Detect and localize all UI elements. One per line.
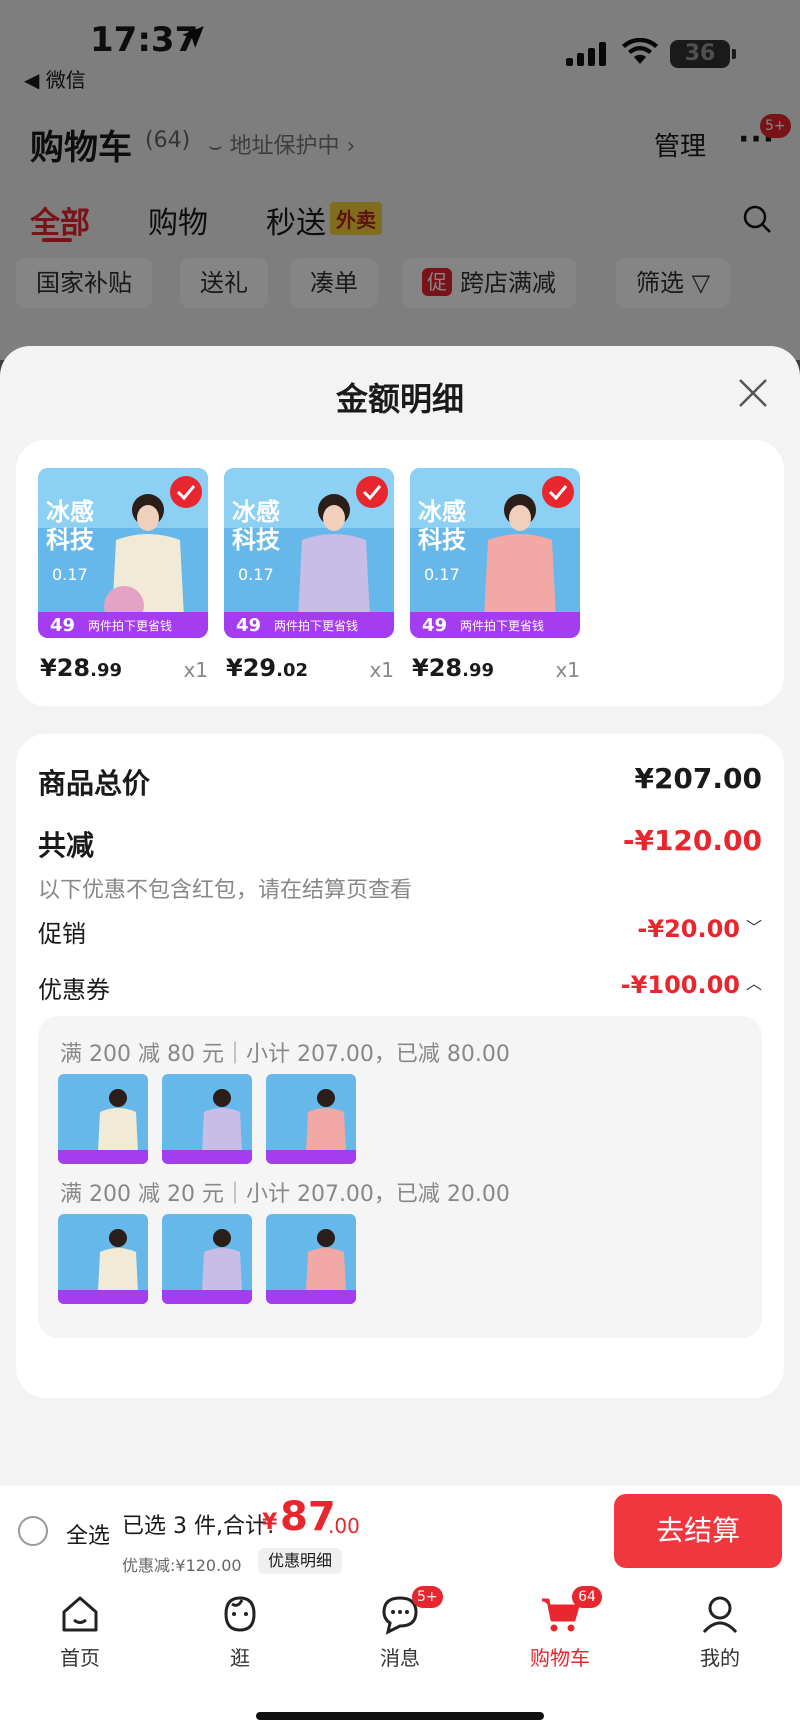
chevron-up-icon: ︿ — [745, 974, 762, 993]
nav-messages[interactable]: 消息 5+ — [340, 1586, 460, 1671]
total-currency: ¥ — [262, 1510, 278, 1535]
checkout-button[interactable]: 去结算 — [614, 1494, 782, 1568]
nav-profile[interactable]: 我的 — [660, 1592, 780, 1671]
messages-badge: 5+ — [412, 1586, 443, 1608]
close-icon[interactable] — [736, 376, 770, 410]
product-item[interactable]: 冰感 科技 0.17 49 两件拍下更省钱 ¥29.02 x1 — [224, 468, 394, 682]
product-price: ¥29.02 — [226, 654, 308, 682]
mini-product-image — [58, 1214, 148, 1304]
product-image: 冰感 科技 0.17 49 两件拍下更省钱 — [224, 468, 394, 638]
mini-product-image — [266, 1214, 356, 1304]
chevron-down-icon: ﹀ — [745, 918, 762, 937]
discount-detail-button[interactable]: 优惠明细 — [258, 1548, 343, 1574]
image-headline-1: 冰感 — [232, 498, 280, 526]
browse-icon — [224, 1596, 256, 1632]
product-qty: x1 — [369, 658, 394, 682]
image-headline-2: 科技 — [418, 526, 467, 554]
coupon-items-2 — [58, 1214, 378, 1306]
nav-profile-label: 我的 — [700, 1646, 740, 1670]
product-item[interactable]: 冰感 科技 0.17 49 两件拍下更省钱 ¥28.99 x1 — [38, 468, 208, 682]
price-main: ¥29 — [226, 654, 277, 682]
price-decimal: .99 — [90, 660, 122, 681]
mini-product-image — [162, 1214, 252, 1304]
product-price: ¥28.99 — [40, 654, 122, 682]
home-indicator — [256, 1712, 544, 1720]
cart-badge: 64 — [572, 1586, 602, 1608]
nav-messages-label: 消息 — [380, 1646, 420, 1670]
image-price: 49 — [422, 615, 447, 636]
product-qty: x1 — [555, 658, 580, 682]
image-number: 0.17 — [52, 565, 88, 584]
nav-cart[interactable]: 购物车 64 — [500, 1586, 620, 1671]
image-headline-1: 冰感 — [418, 498, 466, 526]
total-reduce-label: 共减 — [38, 829, 95, 862]
product-price: ¥28.99 — [412, 654, 494, 682]
sheet-title: 金额明细 — [335, 380, 464, 418]
coupon-line-2: 满 200 减 20 元｜小计 207.00，已减 20.00 — [60, 1182, 510, 1207]
selected-items-card: 冰感 科技 0.17 49 两件拍下更省钱 ¥28.99 x1 冰感 科技 0.… — [16, 440, 784, 706]
total-reduce-value: -¥120.00 — [622, 824, 762, 857]
nav-browse-label: 逛 — [230, 1646, 250, 1670]
nav-cart-label: 购物车 — [530, 1646, 590, 1670]
coupon-label: 优惠券 — [38, 976, 110, 1004]
nav-browse[interactable]: 逛 — [180, 1592, 300, 1671]
coupon-row-toggle[interactable]: -¥100.00 ︿ — [621, 970, 762, 999]
image-price: 49 — [50, 615, 75, 636]
product-qty: x1 — [183, 658, 208, 682]
selected-check-icon — [356, 476, 388, 508]
coupon-items-1 — [58, 1074, 378, 1166]
mini-product-image — [266, 1074, 356, 1164]
promotion-value: -¥20.00 — [637, 915, 740, 943]
discount-note: 以下优惠不包含红包，请在结算页查看 — [38, 878, 413, 903]
image-banner: 两件拍下更省钱 — [88, 618, 172, 633]
nav-home[interactable]: 首页 — [20, 1592, 140, 1671]
coupon-line-1: 满 200 减 80 元｜小计 207.00，已减 80.00 — [60, 1042, 510, 1067]
checkout-bar: 全选 已选 3 件,合计: ¥ 87 .00 优惠减:¥120.00 优惠明细 … — [0, 1486, 800, 1578]
total-decimal: .00 — [328, 1514, 360, 1538]
mini-product-image — [58, 1074, 148, 1164]
price-main: ¥28 — [40, 654, 91, 682]
coupon-value: -¥100.00 — [620, 971, 740, 999]
nav-home-label: 首页 — [60, 1646, 100, 1670]
mini-product-image — [162, 1074, 252, 1164]
selected-check-icon — [542, 476, 574, 508]
image-banner: 两件拍下更省钱 — [460, 618, 544, 633]
product-image: 冰感 科技 0.17 49 两件拍下更省钱 — [38, 468, 208, 638]
coupon-breakdown: 满 200 减 80 元｜小计 207.00，已减 80.00 满 200 减 … — [38, 1016, 762, 1338]
bottom-tab-bar: 首页 逛 消息 5+ 购物车 64 我的 — [0, 1578, 800, 1733]
promotion-label: 促销 — [38, 920, 86, 948]
image-headline-1: 冰感 — [46, 498, 94, 526]
price-decimal: .02 — [276, 660, 308, 681]
product-image: 冰感 科技 0.17 49 两件拍下更省钱 — [410, 468, 580, 638]
image-price: 49 — [236, 615, 261, 636]
price-main: ¥28 — [412, 654, 463, 682]
subtotal-value: ¥207.00 — [634, 762, 762, 795]
image-headline-2: 科技 — [232, 526, 281, 554]
product-item[interactable]: 冰感 科技 0.17 49 两件拍下更省钱 ¥28.99 x1 — [410, 468, 580, 682]
price-decimal: .99 — [462, 660, 494, 681]
image-number: 0.17 — [424, 565, 460, 584]
profile-icon — [702, 1596, 738, 1634]
price-detail-card: 商品总价 ¥207.00 共减 -¥120.00 以下优惠不包含红包，请在结算页… — [16, 734, 784, 1398]
promotion-row-toggle[interactable]: -¥20.00 ﹀ — [637, 914, 762, 943]
image-banner: 两件拍下更省钱 — [274, 618, 358, 633]
discount-summary: 优惠减:¥120.00 — [122, 1556, 242, 1575]
selected-summary: 已选 3 件,合计: — [122, 1514, 275, 1539]
selected-check-icon — [170, 476, 202, 508]
subtotal-label: 商品总价 — [38, 767, 151, 800]
image-number: 0.17 — [238, 565, 274, 584]
select-all-label[interactable]: 全选 — [66, 1518, 110, 1550]
home-icon — [62, 1596, 98, 1632]
select-all-checkbox[interactable] — [18, 1516, 48, 1546]
image-headline-2: 科技 — [46, 526, 95, 554]
